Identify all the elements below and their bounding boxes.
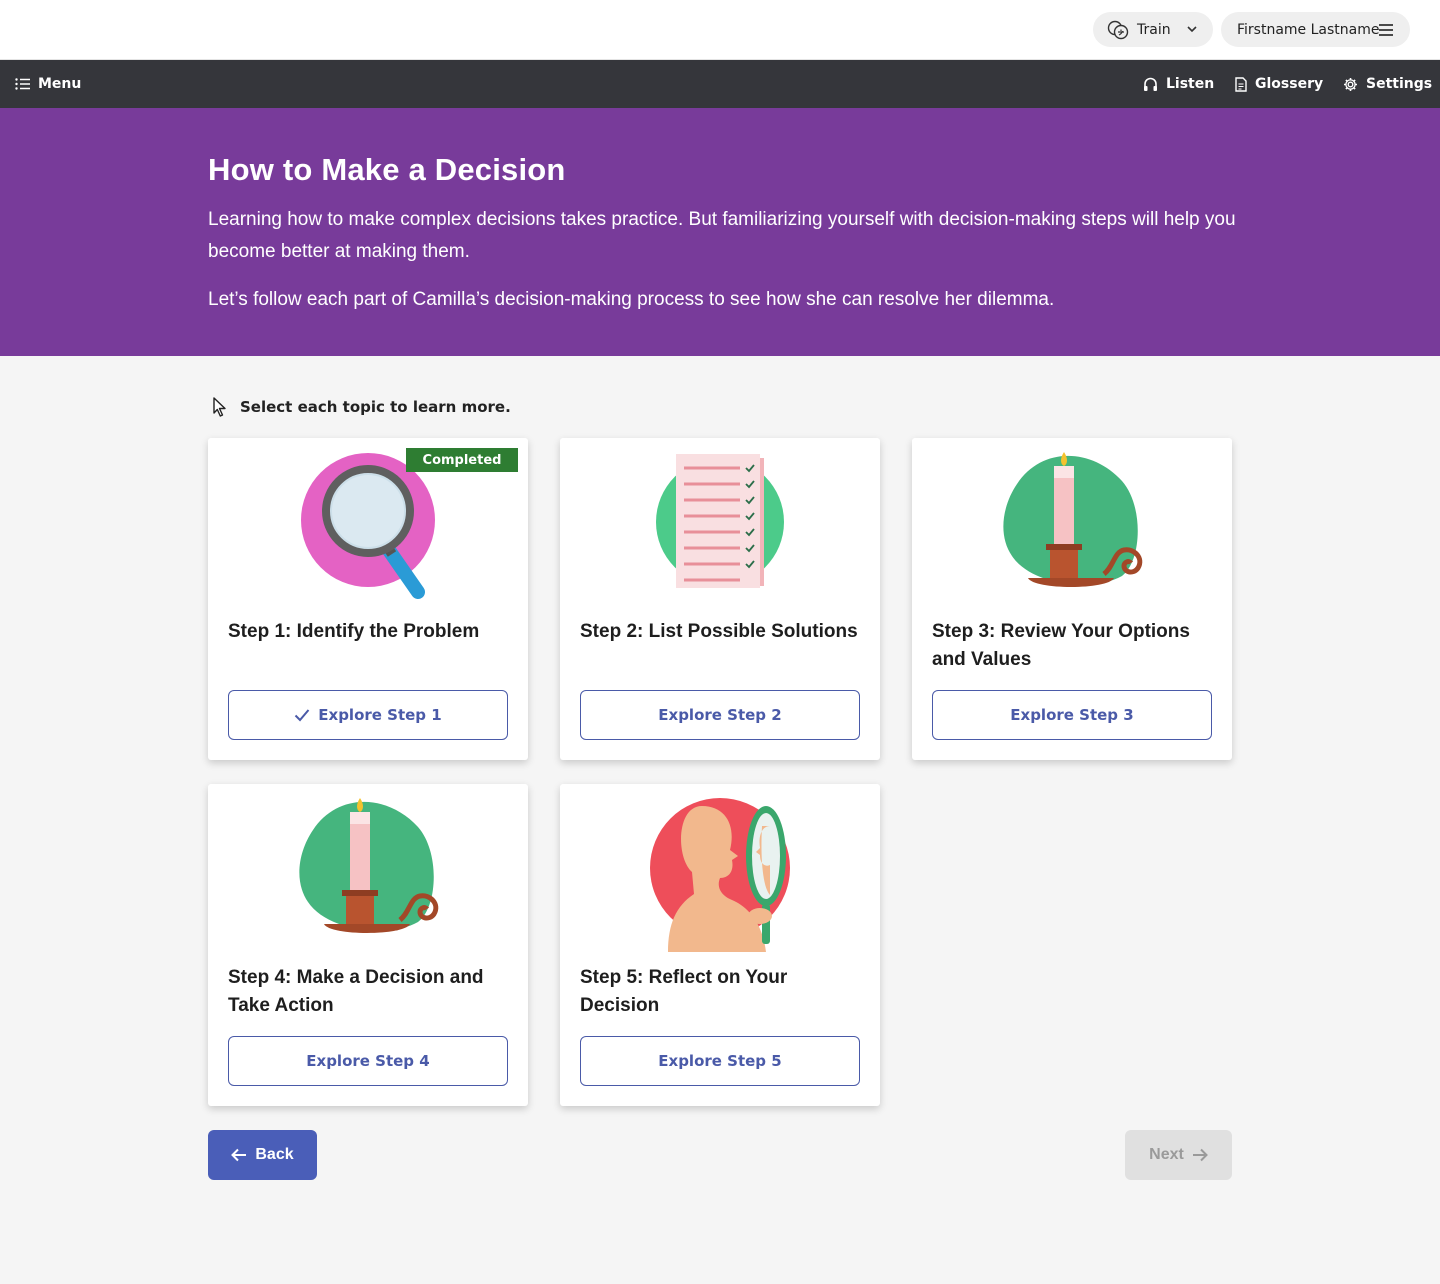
- explore-step-4-button[interactable]: Explore Step 4: [228, 1036, 508, 1086]
- step-card-3: Step 3: Review Your Options and Values E…: [912, 438, 1232, 760]
- top-bar: Train Firstname Lastname: [0, 0, 1440, 60]
- step-title: Step 2: List Possible Solutions: [580, 621, 858, 642]
- next-button[interactable]: Next: [1125, 1130, 1232, 1180]
- menu-label: Menu: [38, 76, 82, 92]
- explore-step-2-button[interactable]: Explore Step 2: [580, 690, 860, 740]
- headphones-icon: [1144, 77, 1157, 91]
- explore-button-label: Explore Step 1: [318, 706, 442, 724]
- step-card-4: Step 4: Make a Decision and Take Action …: [208, 784, 528, 1106]
- step-card-2: Step 2: List Possible Solutions Explore …: [560, 438, 880, 760]
- explore-step-5-button[interactable]: Explore Step 5: [580, 1036, 860, 1086]
- step-title: Step 5: Reflect on Your Decision: [580, 967, 788, 1016]
- glossary-label: Glossery: [1255, 76, 1324, 92]
- document-icon: [1235, 76, 1247, 92]
- step-title: Step 1: Identify the Problem: [228, 621, 480, 642]
- hero-banner: How to Make a Decision Learning how to m…: [0, 108, 1440, 356]
- translate-icon: [1107, 20, 1129, 39]
- step-card-5: Step 5: Reflect on Your Decision Explore…: [560, 784, 880, 1106]
- explore-step-3-button[interactable]: Explore Step 3: [932, 690, 1212, 740]
- language-selector[interactable]: Train: [1093, 12, 1213, 47]
- user-name: Firstname Lastname: [1237, 21, 1380, 38]
- check-icon: [295, 709, 310, 722]
- instruction: Select each topic to learn more.: [212, 397, 511, 417]
- explore-step-1-button[interactable]: Explore Step 1: [228, 690, 508, 740]
- settings-label: Settings: [1366, 76, 1433, 92]
- completed-badge: Completed: [406, 448, 518, 472]
- next-label: Next: [1149, 1146, 1184, 1163]
- explore-button-label: Explore Step 4: [306, 1052, 430, 1070]
- list-icon: [15, 78, 30, 90]
- language-label: Train: [1137, 21, 1171, 38]
- back-button[interactable]: Back: [208, 1130, 317, 1180]
- checklist-illustration: [656, 454, 784, 588]
- settings-button[interactable]: Settings: [1343, 60, 1432, 108]
- chevron-down-icon: [1187, 26, 1197, 33]
- hero-followup-text: Let’s follow each part of Camilla’s deci…: [208, 289, 1055, 310]
- menu-button[interactable]: Menu: [15, 60, 81, 108]
- pointer-cursor-icon: [213, 397, 226, 417]
- step-card-1: Completed Step 1: Identify the Problem E…: [208, 438, 528, 760]
- arrow-right-icon: [1192, 1148, 1208, 1162]
- explore-button-label: Explore Step 2: [658, 706, 782, 724]
- hero-intro-text: Learning how to make complex decisions t…: [208, 209, 1236, 262]
- instruction-text: Select each topic to learn more.: [240, 398, 511, 416]
- explore-button-label: Explore Step 3: [1010, 706, 1134, 724]
- user-menu[interactable]: Firstname Lastname: [1221, 12, 1410, 47]
- arrow-left-icon: [231, 1148, 247, 1162]
- listen-button[interactable]: Listen: [1143, 60, 1214, 108]
- candle-illustration: [1003, 452, 1143, 587]
- step-title: Step 4: Make a Decision and Take Action: [228, 967, 484, 1016]
- explore-button-label: Explore Step 5: [658, 1052, 782, 1070]
- candle-illustration: [299, 798, 439, 933]
- step-title: Step 3: Review Your Options and Values: [932, 621, 1190, 670]
- page-title: How to Make a Decision: [208, 152, 566, 187]
- listen-label: Listen: [1166, 76, 1215, 92]
- gear-icon: [1344, 77, 1357, 91]
- back-label: Back: [255, 1146, 294, 1163]
- glossary-button[interactable]: Glossery: [1235, 60, 1323, 108]
- mirror-reflection-illustration: [650, 798, 790, 952]
- hamburger-icon: [1379, 24, 1393, 36]
- nav-bar: Menu Listen Glossery Settings: [0, 60, 1440, 108]
